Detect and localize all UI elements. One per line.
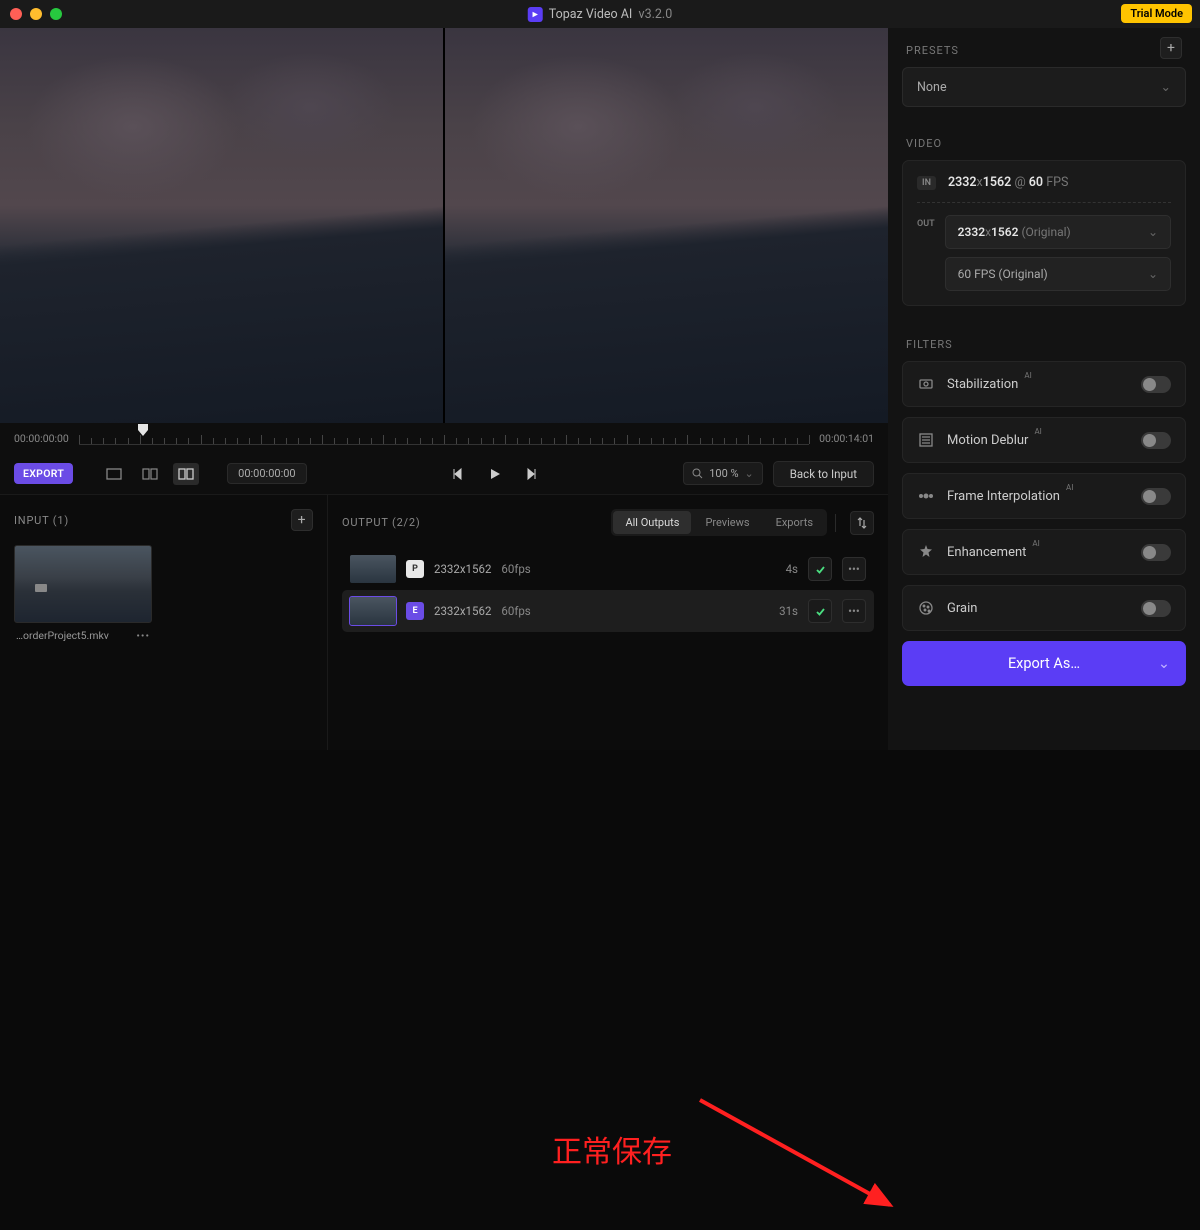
timeline[interactable]: 00:00:00:00 00:00:14:01 (0, 423, 888, 453)
titlebar: Topaz Video AI v3.2.0 Trial Mode (0, 0, 1200, 28)
play-button[interactable] (480, 461, 510, 487)
chevron-down-icon: ⌄ (1161, 79, 1171, 95)
view-single-icon[interactable] (101, 463, 127, 485)
output-menu-button[interactable]: ••• (842, 599, 866, 623)
output-panel-title: OUTPUT (2/2) (342, 516, 421, 529)
toggle-switch[interactable] (1141, 432, 1171, 449)
prev-frame-button[interactable] (444, 461, 474, 487)
preview-output[interactable] (445, 28, 888, 423)
out-badge: OUT (917, 215, 935, 291)
timeline-start: 00:00:00:00 (14, 432, 69, 445)
filter-motion-deblur[interactable]: Motion DeblurAI (902, 417, 1186, 463)
preview-badge: P (406, 560, 424, 578)
chevron-down-icon: ⌄ (745, 467, 754, 480)
filter-stabilization[interactable]: StabilizationAI (902, 361, 1186, 407)
controls-bar: EXPORT 00:00:00:00 100 % ⌄ Back to Input (0, 453, 888, 495)
frame-interpolation-icon (917, 487, 935, 505)
annotation-text: 正常保存 (552, 1127, 672, 1171)
export-as-button[interactable]: Export As… ⌄ (902, 641, 1186, 686)
chevron-down-icon: ⌄ (1148, 225, 1158, 239)
output-tabs: All Outputs Previews Exports (611, 509, 827, 536)
app-icon (528, 7, 543, 22)
back-to-input-button[interactable]: Back to Input (773, 461, 874, 487)
grain-icon (917, 599, 935, 617)
filter-grain[interactable]: Grain (902, 585, 1186, 631)
tab-exports[interactable]: Exports (764, 511, 825, 534)
input-panel-title: INPUT (1) (14, 514, 69, 527)
video-info-card: IN 2332x1562 @ 60 FPS OUT 2332x1562 (Ori… (902, 160, 1186, 306)
output-duration: 31s (779, 604, 798, 618)
stabilization-icon (917, 375, 935, 393)
annotation-arrow (690, 1090, 910, 1230)
sort-icon (857, 517, 867, 529)
preview-input[interactable] (0, 28, 443, 423)
chevron-down-icon: ⌄ (1148, 267, 1158, 281)
minimize-window-button[interactable] (30, 8, 42, 20)
input-more-button[interactable]: ••• (136, 629, 150, 642)
output-thumbnail (350, 555, 396, 583)
window-controls (10, 8, 62, 20)
input-filename: …orderProject5.mkv (16, 629, 109, 642)
export-button[interactable]: EXPORT (14, 463, 73, 484)
tab-all-outputs[interactable]: All Outputs (613, 511, 691, 534)
output-row[interactable]: E 2332x1562 60fps 31s ••• (342, 590, 874, 632)
filter-enhancement[interactable]: EnhancementAI (902, 529, 1186, 575)
output-done-button[interactable] (808, 599, 832, 623)
output-fps-select[interactable]: 60 FPS (Original) ⌄ (945, 257, 1171, 291)
output-duration: 4s (786, 562, 798, 576)
view-split-icon[interactable] (137, 463, 163, 485)
toggle-switch[interactable] (1141, 544, 1171, 561)
chevron-down-icon: ⌄ (1158, 655, 1170, 672)
timeline-end: 00:00:14:01 (819, 432, 874, 445)
video-label: VIDEO (888, 121, 1200, 160)
output-menu-button[interactable]: ••• (842, 557, 866, 581)
add-input-button[interactable]: + (291, 509, 313, 531)
view-side-by-side-icon[interactable] (173, 463, 199, 485)
sidebar: PRESETS + None ⌄ VIDEO IN 2332x1562 @ 60… (888, 28, 1200, 750)
toggle-switch[interactable] (1141, 376, 1171, 393)
timeline-ruler[interactable] (79, 431, 809, 445)
output-resolution: 2332x1562 (434, 562, 491, 576)
timecode-display[interactable]: 00:00:00:00 (227, 463, 306, 484)
toggle-switch[interactable] (1141, 488, 1171, 505)
input-clip[interactable]: …orderProject5.mkv ••• (14, 545, 152, 642)
output-thumbnail (350, 597, 396, 625)
tab-previews[interactable]: Previews (693, 511, 761, 534)
in-badge: IN (917, 176, 936, 190)
input-resolution: 2332x1562 @ 60 FPS (948, 175, 1068, 190)
presets-label: PRESETS (906, 28, 959, 67)
output-fps: 60fps (501, 562, 530, 576)
sort-button[interactable] (850, 511, 874, 535)
toggle-switch[interactable] (1141, 600, 1171, 617)
output-resolution-select[interactable]: 2332x1562 (Original) ⌄ (945, 215, 1171, 249)
output-fps: 60fps (501, 604, 530, 618)
motion-deblur-icon (917, 431, 935, 449)
zoom-select[interactable]: 100 % ⌄ (683, 462, 763, 485)
input-thumbnail (14, 545, 152, 623)
app-title: Topaz Video AI v3.2.0 (528, 7, 673, 22)
trial-mode-badge[interactable]: Trial Mode (1121, 4, 1192, 23)
close-window-button[interactable] (10, 8, 22, 20)
output-row[interactable]: P 2332x1562 60fps 4s ••• (342, 548, 874, 590)
output-panel: OUTPUT (2/2) All Outputs Previews Export… (328, 495, 888, 750)
export-badge: E (406, 602, 424, 620)
enhancement-icon (917, 543, 935, 561)
output-resolution: 2332x1562 (434, 604, 491, 618)
preset-select[interactable]: None ⌄ (902, 67, 1186, 107)
filters-label: FILTERS (888, 322, 1200, 361)
next-frame-button[interactable] (516, 461, 546, 487)
output-done-button[interactable] (808, 557, 832, 581)
input-panel: INPUT (1) + …orderProject5.mkv ••• (0, 495, 328, 750)
preview-area (0, 28, 888, 423)
add-preset-button[interactable]: + (1160, 37, 1182, 59)
zoom-icon (692, 468, 703, 479)
maximize-window-button[interactable] (50, 8, 62, 20)
filter-frame-interpolation[interactable]: Frame InterpolationAI (902, 473, 1186, 519)
